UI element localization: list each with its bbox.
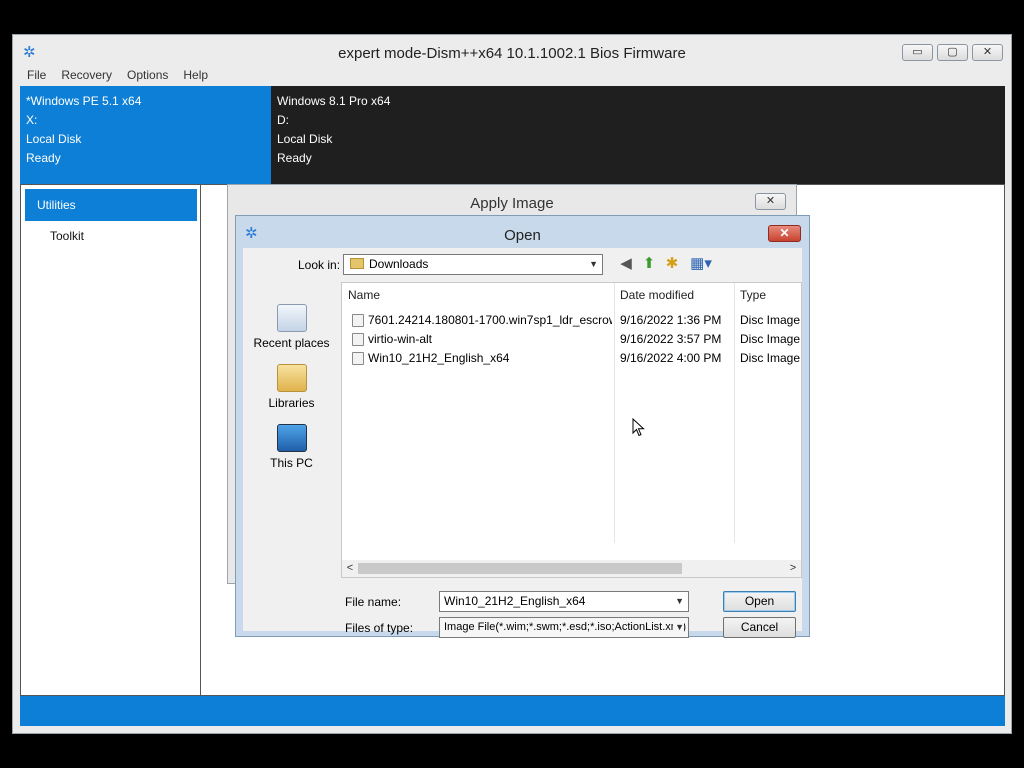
scroll-left-icon[interactable]: < — [342, 560, 358, 577]
look-in-dropdown[interactable]: Downloads ▼ — [343, 254, 603, 275]
minimize-button[interactable]: ▭ — [902, 44, 933, 61]
dialog-title: Apply Image — [470, 195, 554, 212]
view-menu-icon[interactable]: ▦▾ — [687, 255, 715, 273]
drive-letter: D: — [277, 113, 289, 127]
os-name: *Windows PE 5.1 x64 — [26, 94, 142, 108]
open-dialog: ✲ Open ✕ Look in: Downloads ▼ ◀ ⬆ ✱ ▦▾ R… — [235, 215, 810, 638]
file-name: virtio-win-alt — [368, 332, 433, 346]
dialog-body: Look in: Downloads ▼ ◀ ⬆ ✱ ▦▾ Recent pla… — [243, 248, 802, 638]
place-label: Recent places — [253, 336, 330, 350]
column-header-name[interactable]: Name — [348, 283, 380, 307]
back-icon[interactable]: ◀ — [616, 255, 636, 273]
disk-type: Local Disk — [26, 132, 82, 146]
file-type-select[interactable]: Image File(*.wim;*.swm;*.esd;*.iso;Actio… — [439, 617, 689, 638]
window-title: expert mode-Dism++x64 10.1.1002.1 Bios F… — [338, 45, 686, 62]
disc-image-icon — [352, 333, 364, 346]
folder-icon — [350, 258, 364, 269]
dialog-title: Open — [504, 227, 541, 244]
mouse-pointer-icon — [632, 418, 645, 437]
chevron-down-icon[interactable]: ▼ — [673, 618, 684, 637]
file-date: 9/16/2022 3:57 PM — [620, 332, 722, 346]
menu-recovery[interactable]: Recovery — [61, 66, 112, 86]
file-name-value: Win10_21H2_English_x64 — [444, 594, 586, 608]
sidebar-item-utilities[interactable]: Utilities — [25, 189, 197, 221]
file-type: Disc Image — [740, 351, 801, 365]
title-bar[interactable]: ✲ expert mode-Dism++x64 10.1.1002.1 Bios… — [13, 35, 1011, 67]
open-button[interactable]: Open — [723, 591, 796, 612]
file-name: 7601.24214.180801-1700.win7sp1_ldr_escro… — [368, 313, 612, 327]
chevron-down-icon[interactable]: ▼ — [675, 592, 684, 611]
status-text: Ready — [26, 151, 61, 165]
file-row[interactable]: Win10_21H2_English_x64 9/16/2022 4:00 PM… — [342, 349, 801, 368]
close-button[interactable]: ✕ — [755, 193, 786, 210]
file-type: Disc Image — [740, 313, 801, 327]
look-in-value: Downloads — [369, 257, 429, 271]
place-recent[interactable]: Recent places — [243, 304, 340, 350]
disc-image-icon — [352, 352, 364, 365]
file-name-field[interactable]: Win10_21H2_English_x64 ▼ — [439, 591, 689, 612]
disc-image-icon — [352, 314, 364, 327]
menu-options[interactable]: Options — [127, 66, 168, 86]
chevron-down-icon: ▼ — [589, 259, 598, 269]
scrollbar-thumb[interactable] — [358, 563, 682, 574]
cancel-button[interactable]: Cancel — [723, 617, 796, 638]
file-row[interactable]: virtio-win-alt 9/16/2022 3:57 PM Disc Im… — [342, 330, 801, 349]
file-date: 9/16/2022 1:36 PM — [620, 313, 722, 327]
menu-file[interactable]: File — [27, 66, 46, 86]
disk-type: Local Disk — [277, 132, 333, 146]
file-list: Name Date modified Type 7601.24214.18080… — [341, 282, 802, 578]
new-folder-icon[interactable]: ✱ — [662, 255, 682, 273]
sidebar: Utilities Toolkit — [21, 185, 201, 695]
status-bar — [20, 696, 1005, 726]
libraries-icon — [276, 364, 307, 392]
place-libraries[interactable]: Libraries — [243, 364, 340, 410]
place-label: This PC — [270, 456, 313, 470]
os-name: Windows 8.1 Pro x64 — [277, 94, 391, 108]
place-this-pc[interactable]: This PC — [243, 424, 340, 470]
place-label: Libraries — [268, 396, 315, 410]
close-button[interactable]: ✕ — [768, 225, 801, 242]
drive-letter: X: — [26, 113, 38, 127]
status-text: Ready — [277, 151, 312, 165]
system-tile-left[interactable]: *Windows PE 5.1 x64 X: Local Disk Ready — [20, 86, 271, 184]
close-button[interactable]: ✕ — [972, 44, 1003, 61]
horizontal-scrollbar[interactable]: < > — [342, 560, 801, 577]
look-in-label: Look in: — [298, 258, 341, 272]
scroll-right-icon[interactable]: > — [785, 560, 801, 577]
column-header-date[interactable]: Date modified — [620, 283, 694, 307]
menu-help[interactable]: Help — [183, 66, 208, 86]
recent-places-icon — [276, 304, 307, 332]
file-type-label: Files of type: — [345, 621, 414, 635]
file-type: Disc Image — [740, 332, 801, 346]
system-tile-right[interactable]: Windows 8.1 Pro x64 D: Local Disk Ready — [271, 86, 1005, 184]
file-type-value: Image File(*.wim;*.swm;*.esd;*.iso;Actio… — [444, 621, 687, 633]
maximize-button[interactable]: ▢ — [937, 44, 968, 61]
column-header-type[interactable]: Type — [740, 283, 766, 307]
file-name-label: File name: — [345, 595, 402, 609]
places-bar: Recent places Libraries This PC — [243, 282, 340, 612]
file-date: 9/16/2022 4:00 PM — [620, 351, 722, 365]
up-folder-icon[interactable]: ⬆ — [639, 255, 659, 273]
menu-bar: File Recovery Options Help — [13, 66, 1011, 86]
computer-icon — [276, 424, 307, 452]
file-name: Win10_21H2_English_x64 — [368, 351, 510, 365]
sidebar-item-toolkit[interactable]: Toolkit — [50, 229, 84, 243]
file-row[interactable]: 7601.24214.180801-1700.win7sp1_ldr_escro… — [342, 311, 801, 330]
